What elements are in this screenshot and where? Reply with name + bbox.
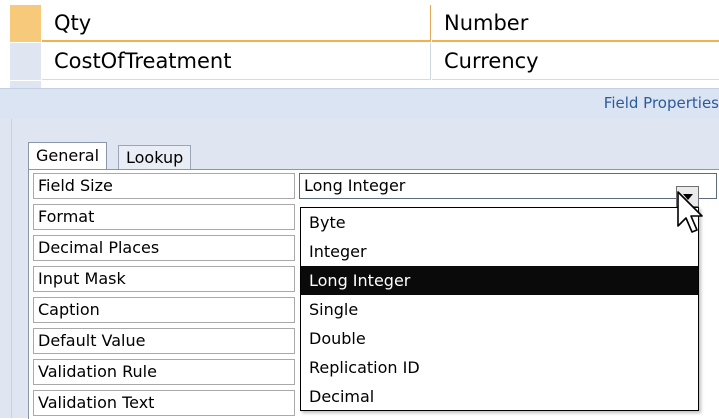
property-label[interactable]: Format: [33, 204, 295, 230]
data-type-cell[interactable]: Currency: [432, 43, 719, 80]
property-label[interactable]: Validation Rule: [33, 359, 295, 385]
property-row-field-size[interactable]: Field Size Long Integer: [29, 170, 719, 201]
property-label[interactable]: Decimal Places: [33, 235, 295, 261]
dropdown-option-decimal[interactable]: Decimal: [301, 382, 698, 411]
property-label[interactable]: Field Size: [33, 173, 295, 199]
dropdown-option-byte[interactable]: Byte: [301, 208, 698, 237]
property-label[interactable]: Validation Text: [33, 390, 295, 416]
dropdown-option-double[interactable]: Double: [301, 324, 698, 353]
data-type-cell[interactable]: Number: [432, 5, 719, 42]
table-design-grid: Qty Number CostOfTreatment Currency: [0, 0, 719, 88]
row-selector[interactable]: [10, 43, 41, 80]
field-properties-title: Field Properties: [603, 94, 719, 112]
dropdown-option-single[interactable]: Single: [301, 295, 698, 324]
field-name-cell[interactable]: Qty: [42, 5, 431, 42]
dropdown-option-long-integer[interactable]: Long Integer: [301, 266, 698, 295]
dropdown-option-replication-id[interactable]: Replication ID: [301, 353, 698, 382]
tab-general[interactable]: General: [28, 142, 108, 170]
row-selector[interactable]: [10, 81, 41, 88]
property-label[interactable]: Default Value: [33, 328, 295, 354]
field-row[interactable]: Qty Number: [0, 5, 719, 42]
pane-edge: [0, 119, 12, 418]
property-label[interactable]: Input Mask: [33, 266, 295, 292]
tab-lookup[interactable]: Lookup: [118, 145, 192, 169]
field-size-combobox[interactable]: Long Integer: [299, 173, 717, 199]
field-size-dropdown-list[interactable]: Byte Integer Long Integer Single Double …: [300, 207, 699, 411]
row-selector[interactable]: [10, 5, 41, 42]
mouse-pointer-icon: [677, 191, 703, 233]
property-label[interactable]: Caption: [33, 297, 295, 323]
dropdown-option-integer[interactable]: Integer: [301, 237, 698, 266]
field-properties-header: Field Properties: [0, 88, 719, 119]
field-name-cell[interactable]: CostOfTreatment: [42, 43, 431, 80]
field-row[interactable]: CostOfTreatment Currency: [0, 43, 719, 80]
